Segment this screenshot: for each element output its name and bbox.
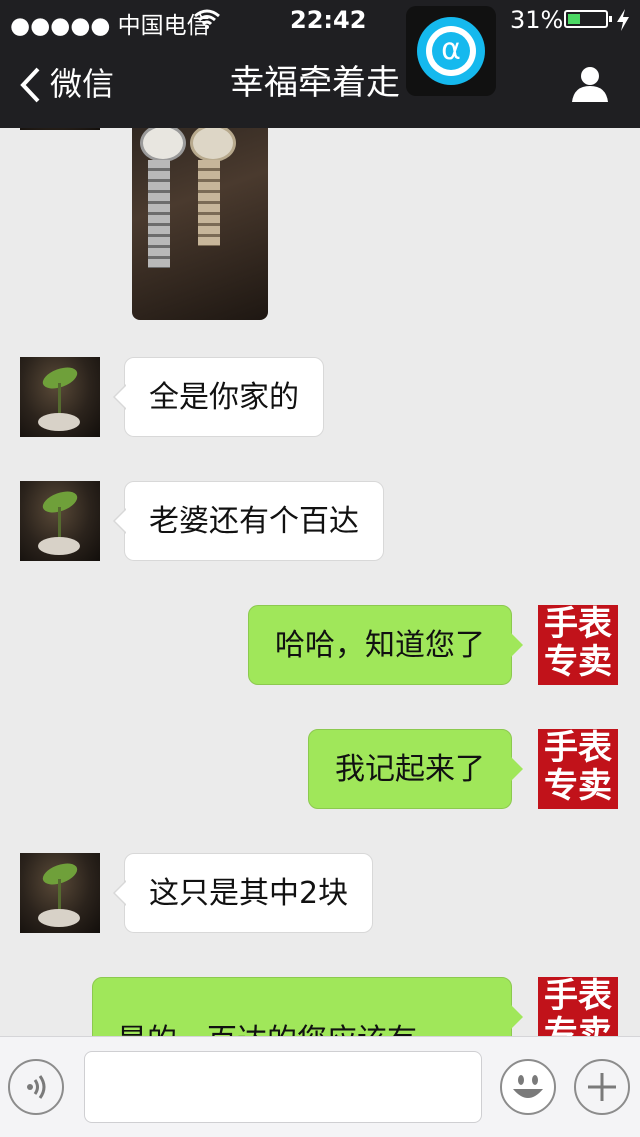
avatar-contact[interactable] <box>20 357 100 437</box>
person-icon[interactable] <box>570 64 610 104</box>
alpha-glyph: α <box>441 32 461 67</box>
plus-icon <box>588 1073 616 1101</box>
message-text: 我记起来了 <box>335 752 485 787</box>
more-button[interactable] <box>574 1059 630 1115</box>
clock: 22:42 <box>290 6 367 34</box>
input-bar <box>0 1036 640 1137</box>
wifi-icon <box>194 9 220 29</box>
message-text: 是的，百达的您应该有一 <box>117 1026 447 1037</box>
chat-area[interactable]: 全是你家的 老婆还有个百达 哈哈，知道您了 手表 专卖 我记起来了 手表 专卖 … <box>0 128 640 1036</box>
avatar-brand-line2: 专卖 <box>544 1014 612 1036</box>
avatar-brand-line1: 手表 <box>544 605 612 644</box>
message-text: 哈哈，知道您了 <box>275 628 485 663</box>
watch-image <box>188 128 236 250</box>
chevron-left-icon <box>20 67 40 103</box>
avatar-self[interactable]: 手表 专卖 <box>538 977 618 1036</box>
message-bubble-sent[interactable]: 是的，百达的您应该有一 <box>92 977 523 1037</box>
message-bubble-sent[interactable]: 我记起来了 <box>308 729 523 809</box>
battery-percent: 31% <box>510 6 564 34</box>
message-bubble-sent[interactable]: 哈哈，知道您了 <box>248 605 523 685</box>
avatar-contact[interactable] <box>20 853 100 933</box>
alpha-ring-icon: α <box>417 17 485 85</box>
avatar-brand-line1: 手表 <box>544 729 612 768</box>
avatar-brand-line1: 手表 <box>544 977 612 1016</box>
avatar-brand-line2: 专卖 <box>544 766 612 806</box>
avatar-brand-line2: 专卖 <box>544 642 612 682</box>
voice-icon <box>27 1075 46 1099</box>
charging-bolt-icon <box>617 9 629 31</box>
message-text: 老婆还有个百达 <box>149 504 359 539</box>
avatar-contact[interactable] <box>20 481 100 561</box>
navigation-bar: 微信 幸福牵着走 <box>0 40 640 128</box>
battery-icon <box>564 10 612 28</box>
floating-app-icon[interactable]: α <box>406 6 496 96</box>
voice-toggle-button[interactable] <box>8 1059 64 1115</box>
emoji-button[interactable] <box>500 1059 556 1115</box>
message-bubble-received[interactable]: 全是你家的 <box>113 357 324 437</box>
avatar-contact[interactable] <box>20 128 100 130</box>
message-text: 这只是其中2块 <box>149 876 349 911</box>
avatar-self[interactable]: 手表 专卖 <box>538 605 618 685</box>
avatar-self[interactable]: 手表 专卖 <box>538 729 618 809</box>
message-text: 全是你家的 <box>149 380 299 415</box>
watch-image <box>138 128 186 270</box>
status-bar: ●●●●● 中国电信 22:42 31% <box>0 0 640 40</box>
carrier-label: ●●●●● 中国电信 <box>10 13 210 39</box>
message-photo-watches[interactable] <box>132 128 268 320</box>
emoji-icon <box>513 1075 543 1098</box>
back-label: 微信 <box>50 65 115 103</box>
message-bubble-received[interactable]: 这只是其中2块 <box>112 853 374 933</box>
message-input[interactable] <box>84 1051 482 1123</box>
message-bubble-received[interactable]: 老婆还有个百达 <box>113 481 384 561</box>
chat-title: 幸福牵着走 <box>230 63 400 103</box>
